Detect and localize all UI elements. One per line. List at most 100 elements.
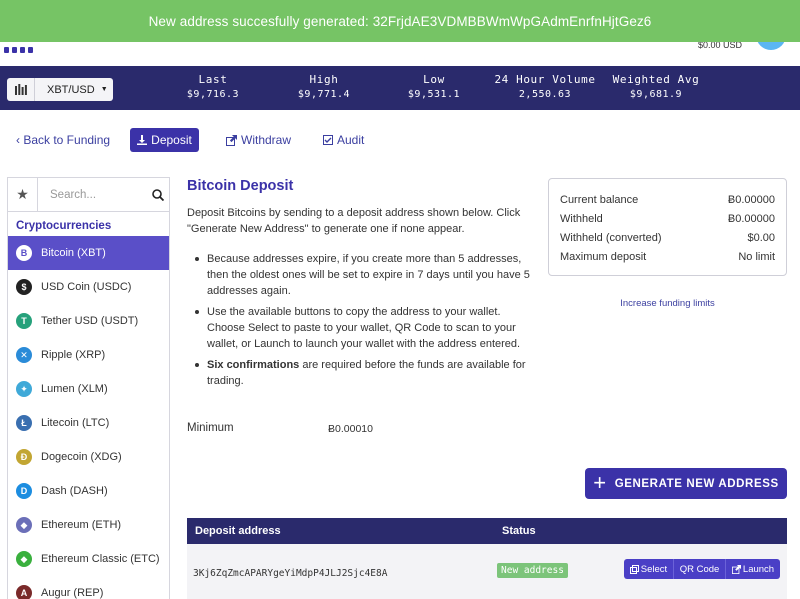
sidebar-item-coin[interactable]: ◆ Ethereum Classic (ETC): [8, 542, 169, 576]
qr-code-button[interactable]: QR Code: [673, 559, 725, 579]
external-link-icon: [226, 134, 237, 146]
sidebar-item-label: Bitcoin (XBT): [41, 247, 106, 259]
sidebar-item-coin[interactable]: ✦ Lumen (XLM): [8, 372, 169, 406]
sidebar-item-label: Tether USD (USDT): [41, 315, 139, 327]
sidebar-heading: Cryptocurrencies: [16, 220, 112, 232]
coin-icon: A: [16, 585, 32, 599]
star-icon[interactable]: ★: [8, 177, 38, 212]
external-link-icon: [731, 564, 741, 574]
currency-sidebar: ★ Cryptocurrencies B Bitcoin (XBT) $ USD Co…: [7, 177, 170, 599]
stat-value: 2,550.63: [518, 89, 572, 100]
column-header-status: Status: [502, 525, 536, 537]
tab-withdraw[interactable]: Withdraw: [226, 133, 291, 147]
address-actions: Select QR Code Launch: [624, 559, 780, 579]
coin-icon: D: [16, 483, 32, 499]
sidebar-item-coin[interactable]: ✕ Ripple (XRP): [8, 338, 169, 372]
note-confirmations-bold: Six confirmations: [207, 359, 300, 371]
stat-volume: 24 Hour Volume 2,550.63: [490, 73, 600, 100]
sidebar-item-coin[interactable]: ◆ Ethereum (ETH): [8, 508, 169, 542]
column-header-address: Deposit address: [195, 525, 281, 537]
stat-high: High $9,771.4: [269, 73, 379, 100]
stat-value: $9,531.1: [407, 89, 461, 100]
sidebar-item-coin[interactable]: $ USD Coin (USDC): [8, 270, 169, 304]
stat-label: High: [309, 73, 339, 86]
stat-weighted-avg: Weighted Avg $9,681.9: [601, 73, 711, 100]
balance-value: $0.00: [747, 232, 775, 244]
sidebar-item-label: Lumen (XLM): [41, 383, 108, 395]
copy-icon: [629, 564, 639, 574]
stat-label: Low: [423, 73, 445, 86]
caret-down-icon: ▼: [100, 86, 108, 93]
minimum-value: Ƀ0.00010: [328, 423, 373, 435]
tab-withdraw-label: Withdraw: [241, 133, 292, 147]
address-table-header: Deposit address Status: [187, 518, 787, 544]
sidebar-item-label: Litecoin (LTC): [41, 417, 110, 429]
deposit-notes: Because addresses expire, if you create …: [193, 251, 533, 394]
deposit-intro: Deposit Bitcoins by sending to a deposit…: [187, 207, 521, 235]
generate-address-label: GENERATE NEW ADDRESS: [614, 477, 779, 490]
coin-icon: ◆: [16, 551, 32, 567]
sidebar-item-coin[interactable]: Ð Dogecoin (XDG): [8, 440, 169, 474]
table-row: 3Kj6ZqZmcAPARYgeYiMdpP4JLJ2Sjc4E8A New a…: [187, 544, 787, 599]
tab-audit[interactable]: Audit: [323, 133, 364, 147]
sidebar-search: ★: [8, 177, 169, 212]
tab-deposit-label: Deposit: [151, 133, 192, 147]
pair-selector[interactable]: XBT/USD ▼: [7, 78, 113, 101]
deposit-address[interactable]: 3Kj6ZqZmcAPARYgeYiMdpP4JLJ2Sjc4E8A: [193, 568, 387, 579]
balance-row-max-deposit: Maximum deposit No limit: [560, 251, 775, 270]
increase-limits-link[interactable]: Increase funding limits: [548, 298, 787, 309]
sidebar-item-label: Ethereum (ETH): [41, 519, 122, 531]
qr-code-label: QR Code: [679, 563, 720, 575]
balance-value: Ƀ0.00000: [727, 194, 775, 206]
stat-value: $9,771.4: [297, 89, 351, 100]
stat-label: 24 Hour Volume: [494, 73, 596, 86]
page-title: Bitcoin Deposit: [187, 178, 294, 194]
tab-deposit[interactable]: Deposit: [130, 128, 199, 152]
sidebar-item-coin[interactable]: B Bitcoin (XBT): [8, 236, 169, 270]
generate-address-button[interactable]: + GENERATE NEW ADDRESS: [585, 468, 787, 499]
balance-row-withheld: Withheld Ƀ0.00000: [560, 213, 775, 232]
balance-label: Withheld (converted): [560, 232, 662, 244]
status-badge: New address: [497, 563, 568, 578]
balance-label: Maximum deposit: [560, 251, 647, 263]
back-to-funding-link[interactable]: ‹ Back to Funding: [16, 133, 110, 147]
sidebar-item-label: Augur (REP): [41, 587, 104, 599]
stat-label: Last: [198, 73, 228, 86]
stat-value: $9,681.9: [629, 89, 683, 100]
coin-icon: Ð: [16, 449, 32, 465]
sidebar-item-coin[interactable]: Ł Litecoin (LTC): [8, 406, 169, 440]
coin-icon: ✦: [16, 381, 32, 397]
balance-row-current: Current balance Ƀ0.00000: [560, 194, 775, 213]
pair-label: XBT/USD: [47, 83, 95, 96]
chart-bars-icon: [7, 78, 35, 101]
coin-icon: T: [16, 313, 32, 329]
note-confirmations: Six confirmations are required before th…: [193, 357, 533, 389]
stat-label: Weighted Avg: [612, 73, 700, 86]
sidebar-item-label: USD Coin (USDC): [41, 281, 132, 293]
checkbox-icon: [323, 135, 333, 145]
plus-icon: +: [593, 469, 607, 495]
sidebar-item-coin[interactable]: T Tether USD (USDT): [8, 304, 169, 338]
launch-label: Launch: [742, 563, 775, 575]
balance-value: Ƀ0.00000: [727, 213, 775, 225]
balance-value: No limit: [738, 251, 775, 263]
minimum-label: Minimum: [187, 422, 234, 434]
balance-row-withheld-converted: Withheld (converted) $0.00: [560, 232, 775, 251]
launch-button[interactable]: Launch: [725, 559, 780, 579]
coin-icon: ◆: [16, 517, 32, 533]
success-toast: New address succesfully generated: 32Frj…: [0, 0, 800, 42]
search-icon[interactable]: [152, 188, 164, 201]
balance-label: Current balance: [560, 194, 639, 206]
stat-low: Low $9,531.1: [379, 73, 489, 100]
sidebar-item-label: Ripple (XRP): [41, 349, 106, 361]
coin-icon: Ł: [16, 415, 32, 431]
sidebar-item-label: Ethereum Classic (ETC): [41, 553, 160, 565]
coin-icon: ✕: [16, 347, 32, 363]
search-input[interactable]: [50, 188, 146, 201]
balance-card: Current balance Ƀ0.00000 Withheld Ƀ0.00000…: [548, 178, 787, 276]
note-expiry: Because addresses expire, if you create …: [193, 251, 533, 299]
sidebar-item-coin[interactable]: A Augur (REP): [8, 576, 169, 599]
sidebar-item-coin[interactable]: D Dash (DASH): [8, 474, 169, 508]
select-button[interactable]: Select: [624, 559, 673, 579]
download-icon: [137, 135, 148, 145]
